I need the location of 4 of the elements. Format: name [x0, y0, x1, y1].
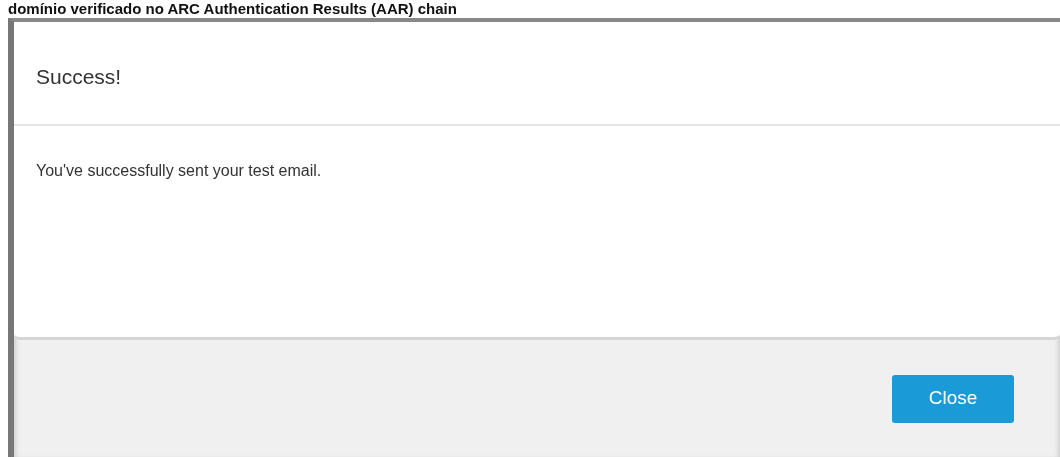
- dialog-message: You've successfully sent your test email.: [35, 161, 323, 181]
- close-button[interactable]: Close: [892, 374, 1014, 423]
- page-heading: domínio verificado no ARC Authentication Results (AAR) chain: [7, 0, 458, 18]
- dialog-title: Success!: [14, 22, 1060, 126]
